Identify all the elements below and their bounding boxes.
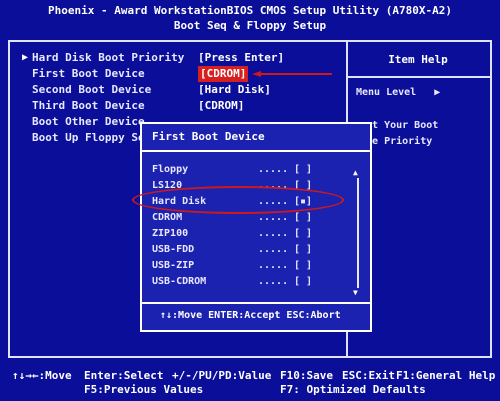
red-annotation-arrow-icon: [252, 71, 332, 77]
menu-item-label: Second Boot Device: [32, 83, 152, 96]
bios-title: Phoenix - Award WorkstationBIOS CMOS Set…: [0, 3, 500, 33]
option-floppy[interactable]: Floppy ..... [ ]: [152, 162, 357, 178]
key-value: +/-/PU/PD:Value: [172, 369, 272, 382]
title-line-1: Phoenix - Award WorkstationBIOS CMOS Set…: [48, 4, 452, 17]
submenu-arrow-icon: ▶: [22, 52, 29, 63]
menu-item-value: [Hard Disk]: [198, 83, 271, 96]
option-usb-cdrom[interactable]: USB-CDROM ..... [ ]: [152, 274, 357, 290]
option-checkbox: [ ]: [294, 228, 313, 239]
option-label: CDROM: [152, 212, 183, 223]
menu-level-label: Menu Level: [356, 87, 417, 98]
option-label: Floppy: [152, 164, 189, 175]
option-usb-zip[interactable]: USB-ZIP ..... [ ]: [152, 258, 357, 274]
option-usb-fdd[interactable]: USB-FDD ..... [ ]: [152, 242, 357, 258]
menu-item-label: Hard Disk Boot Priority: [32, 51, 185, 64]
option-label: USB-ZIP: [152, 260, 195, 271]
scroll-down-icon[interactable]: ▼: [353, 288, 358, 297]
option-checkbox: [ ]: [294, 212, 313, 223]
item-help-title: Item Help: [388, 53, 448, 66]
option-dots: .....: [258, 228, 289, 239]
popup-footer-divider: [142, 302, 370, 304]
help-divider: [348, 76, 492, 78]
menu-item-label: First Boot Device: [32, 67, 145, 80]
popup-scrollbar[interactable]: ▲ ▼: [353, 168, 363, 298]
popup-footer-hint: ↑↓:Move ENTER:Accept ESC:Abort: [160, 310, 341, 321]
menu-level: Menu Level ▶: [356, 87, 440, 98]
red-annotation-circle: [132, 186, 344, 214]
title-line-2: Boot Seq & Floppy Setup: [173, 19, 327, 32]
boot-device-options: Floppy ..... [ ] LS120 ..... [ ] Hard Di…: [152, 162, 357, 290]
key-optimized-defaults: F7: Optimized Defaults: [280, 383, 426, 396]
option-checkbox: [ ]: [294, 244, 313, 255]
scroll-track[interactable]: [357, 178, 359, 288]
option-checkbox: [ ]: [294, 260, 313, 271]
option-dots: .....: [258, 244, 289, 255]
option-dots: .....: [258, 260, 289, 271]
key-select: Enter:Select: [84, 369, 164, 382]
key-general-help: F1:General Help: [396, 369, 496, 382]
option-label: ZIP100: [152, 228, 189, 239]
first-boot-device-popup: First Boot Device Floppy ..... [ ] LS120…: [140, 122, 372, 332]
key-save: F10:Save: [280, 369, 333, 382]
option-dots: .....: [258, 276, 289, 287]
menu-item-value-selected: [CDROM]: [198, 66, 249, 82]
menu-item-label: Boot Other Device: [32, 115, 145, 128]
option-label: USB-CDROM: [152, 276, 207, 287]
scroll-up-icon[interactable]: ▲: [353, 168, 358, 177]
option-zip100[interactable]: ZIP100 ..... [ ]: [152, 226, 357, 242]
popup-title: First Boot Device: [152, 130, 265, 143]
option-checkbox: [ ]: [294, 164, 313, 175]
menu-item-label: Third Boot Device: [32, 99, 145, 112]
key-exit: ESC:Exit: [342, 369, 395, 382]
option-label: USB-FDD: [152, 244, 195, 255]
option-dots: .....: [258, 164, 289, 175]
menu-item-value: [Press Enter]: [198, 51, 285, 64]
menu-item-value: [CDROM]: [198, 99, 245, 112]
key-previous-values: F5:Previous Values: [84, 383, 204, 396]
key-move: ↑↓→←:Move: [12, 369, 72, 382]
option-checkbox: [ ]: [294, 276, 313, 287]
menu-item-label: Boot Up Floppy Se: [32, 131, 145, 144]
menu-level-arrow-icon: ▶: [422, 87, 441, 98]
popup-title-divider: [142, 150, 370, 152]
bios-screen: Phoenix - Award WorkstationBIOS CMOS Set…: [0, 0, 500, 401]
